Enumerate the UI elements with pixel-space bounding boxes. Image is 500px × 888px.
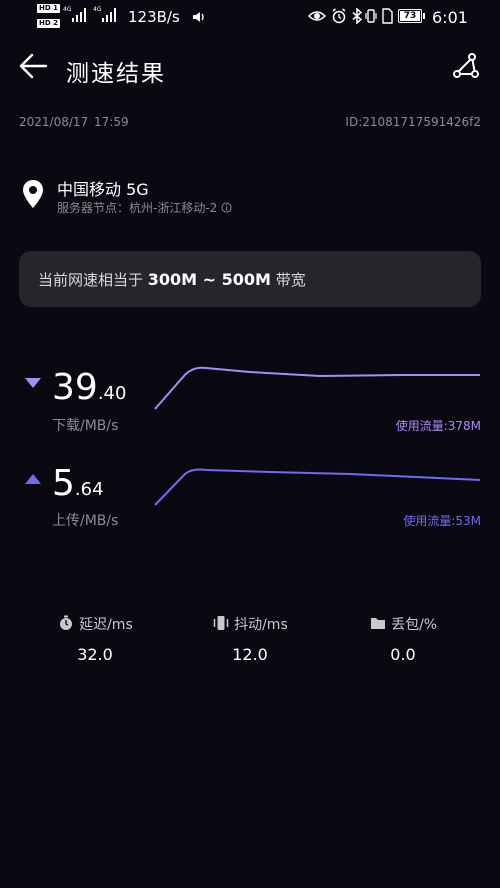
packet-loss-stat: 丢包/% [370, 614, 437, 634]
bluetooth-icon [352, 8, 363, 24]
upload-speed-dec: .64 [74, 479, 104, 500]
page-title: 测速结果 [66, 61, 166, 87]
download-arrow-icon [25, 378, 41, 388]
latency-value: 32.0 [77, 645, 113, 664]
download-usage: 使用流量:378M [395, 419, 481, 433]
back-arrow-icon[interactable] [18, 52, 48, 80]
jitter-label: 抖动/ms [234, 617, 288, 633]
stopwatch-icon [60, 615, 72, 630]
status-bar: HD 1 HD 2 4G 4G 123B/s 73 6:01 [0, 0, 500, 36]
upload-speed: 5.64 [52, 464, 104, 504]
network-type-1: 4G [63, 6, 72, 13]
upload-usage: 使用流量:53M [403, 514, 481, 528]
volume-icon [193, 12, 204, 22]
latency-label: 延迟/ms [79, 617, 133, 633]
bandwidth-prefix: 当前网速相当于 [38, 271, 148, 289]
packet-loss-value: 0.0 [390, 645, 416, 664]
battery-level: 73 [400, 11, 420, 21]
battery-icon: 73 [398, 9, 425, 23]
result-time: 17:59 [94, 115, 129, 129]
network-type-2: 4G [93, 6, 102, 13]
signal-icon-2 [102, 8, 122, 22]
latency-stat: 延迟/ms [58, 614, 133, 634]
bandwidth-banner: 当前网速相当于 300M ~ 500M 带宽 [19, 251, 481, 307]
share-icon[interactable] [452, 52, 480, 80]
upload-arrow-icon [25, 474, 41, 484]
download-label: 下载/MB/s [52, 418, 119, 434]
hd-badge-1: HD 1 [37, 4, 60, 13]
packet-loss-label: 丢包/% [391, 617, 438, 633]
result-id: ID:21081717591426f2 [345, 115, 481, 129]
upload-speed-int: 5 [52, 463, 75, 504]
carrier-name: 中国移动 5G [57, 180, 149, 199]
alarm-icon [332, 8, 346, 24]
bandwidth-range: 300M ~ 500M [147, 270, 271, 289]
download-graph [154, 366, 480, 410]
download-speed: 39.40 [52, 368, 126, 408]
vibration-icon [213, 616, 229, 630]
jitter-stat: 抖动/ms [213, 614, 288, 634]
clock: 6:01 [432, 8, 468, 27]
sim-icon [382, 8, 393, 24]
eye-icon [308, 11, 326, 21]
signal-icon-1 [72, 8, 92, 22]
vibrate-icon [365, 9, 377, 23]
upload-label: 上传/MB/s [52, 513, 119, 529]
bandwidth-suffix: 带宽 [270, 271, 306, 289]
hd-badge-2: HD 2 [37, 19, 60, 28]
folder-icon [371, 618, 385, 629]
location-pin-icon [23, 180, 43, 208]
bandwidth-text: 当前网速相当于 300M ~ 500M 带宽 [38, 269, 306, 290]
server-node-label: 服务器节点：杭州-浙江移动-2 [57, 201, 218, 215]
jitter-value: 12.0 [232, 645, 268, 664]
download-speed-dec: .40 [97, 383, 127, 404]
download-speed-int: 39 [52, 367, 98, 408]
upload-graph [154, 468, 481, 506]
info-icon[interactable] [221, 202, 232, 213]
result-date: 2021/08/17 [19, 115, 89, 129]
server-node: 服务器节点：杭州-浙江移动-2 [57, 199, 232, 216]
network-speed: 123B/s [128, 8, 180, 26]
